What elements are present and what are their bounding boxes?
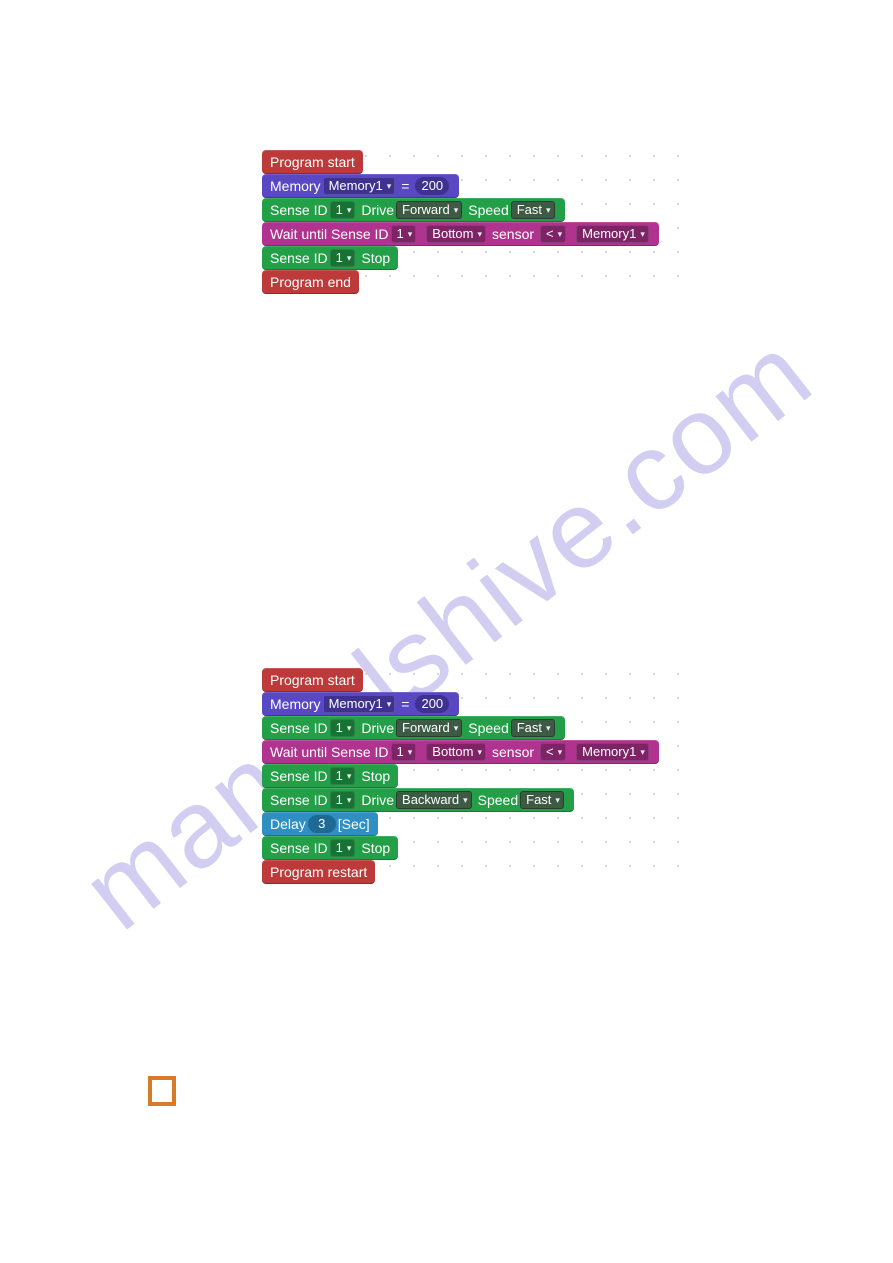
block-canvas-1[interactable]: Program start Memory Memory1 = 200 Sense… (258, 144, 680, 294)
drive-block[interactable]: Sense ID 1 Drive Forward Speed Fast (262, 198, 565, 222)
speed-dropdown[interactable]: Fast (520, 791, 564, 809)
drive-block[interactable]: Sense ID 1 Drive Backward Speed Fast (262, 788, 574, 812)
direction-dropdown[interactable]: Forward (396, 201, 462, 219)
memory-slot-dropdown[interactable]: Memory1 (323, 177, 396, 195)
wait-side-dropdown[interactable]: Bottom (426, 743, 486, 761)
wait-op-dropdown[interactable]: < (540, 743, 566, 761)
square-marker-icon (148, 1076, 176, 1106)
direction-dropdown[interactable]: Forward (396, 719, 462, 737)
sense-id-dropdown[interactable]: 1 (330, 767, 356, 785)
sense-id-dropdown[interactable]: 1 (330, 201, 356, 219)
wait-mem-dropdown[interactable]: Memory1 (576, 225, 649, 243)
block-canvas-2[interactable]: Program start Memory Memory1 = 200 Sense… (258, 662, 680, 884)
wait-id-dropdown[interactable]: 1 (391, 743, 417, 761)
delay-block[interactable]: Delay 3 [Sec] (262, 812, 378, 836)
memory-value-field[interactable]: 200 (415, 177, 449, 195)
sense-id-dropdown[interactable]: 1 (330, 791, 356, 809)
memory-slot-dropdown[interactable]: Memory1 (323, 695, 396, 713)
speed-dropdown[interactable]: Fast (511, 201, 555, 219)
stop-block[interactable]: Sense ID 1 Stop (262, 836, 398, 860)
direction-dropdown[interactable]: Backward (396, 791, 472, 809)
delay-value-field[interactable]: 3 (308, 815, 336, 833)
sense-id-dropdown[interactable]: 1 (330, 719, 356, 737)
sense-id-dropdown[interactable]: 1 (330, 249, 356, 267)
sense-id-dropdown[interactable]: 1 (330, 839, 356, 857)
drive-block[interactable]: Sense ID 1 Drive Forward Speed Fast (262, 716, 565, 740)
program-end-block[interactable]: Program end (262, 270, 359, 294)
program-start-block[interactable]: Program start (262, 668, 363, 692)
wait-mem-dropdown[interactable]: Memory1 (576, 743, 649, 761)
speed-dropdown[interactable]: Fast (511, 719, 555, 737)
wait-until-block[interactable]: Wait until Sense ID 1 Bottom sensor < Me… (262, 740, 659, 764)
wait-op-dropdown[interactable]: < (540, 225, 566, 243)
stop-block[interactable]: Sense ID 1 Stop (262, 246, 398, 270)
wait-until-block[interactable]: Wait until Sense ID 1 Bottom sensor < Me… (262, 222, 659, 246)
program-restart-block[interactable]: Program restart (262, 860, 375, 884)
memory-assign-block[interactable]: Memory Memory1 = 200 (262, 174, 459, 198)
program-start-block[interactable]: Program start (262, 150, 363, 174)
memory-assign-block[interactable]: Memory Memory1 = 200 (262, 692, 459, 716)
wait-side-dropdown[interactable]: Bottom (426, 225, 486, 243)
wait-id-dropdown[interactable]: 1 (391, 225, 417, 243)
stop-block[interactable]: Sense ID 1 Stop (262, 764, 398, 788)
memory-value-field[interactable]: 200 (415, 695, 449, 713)
